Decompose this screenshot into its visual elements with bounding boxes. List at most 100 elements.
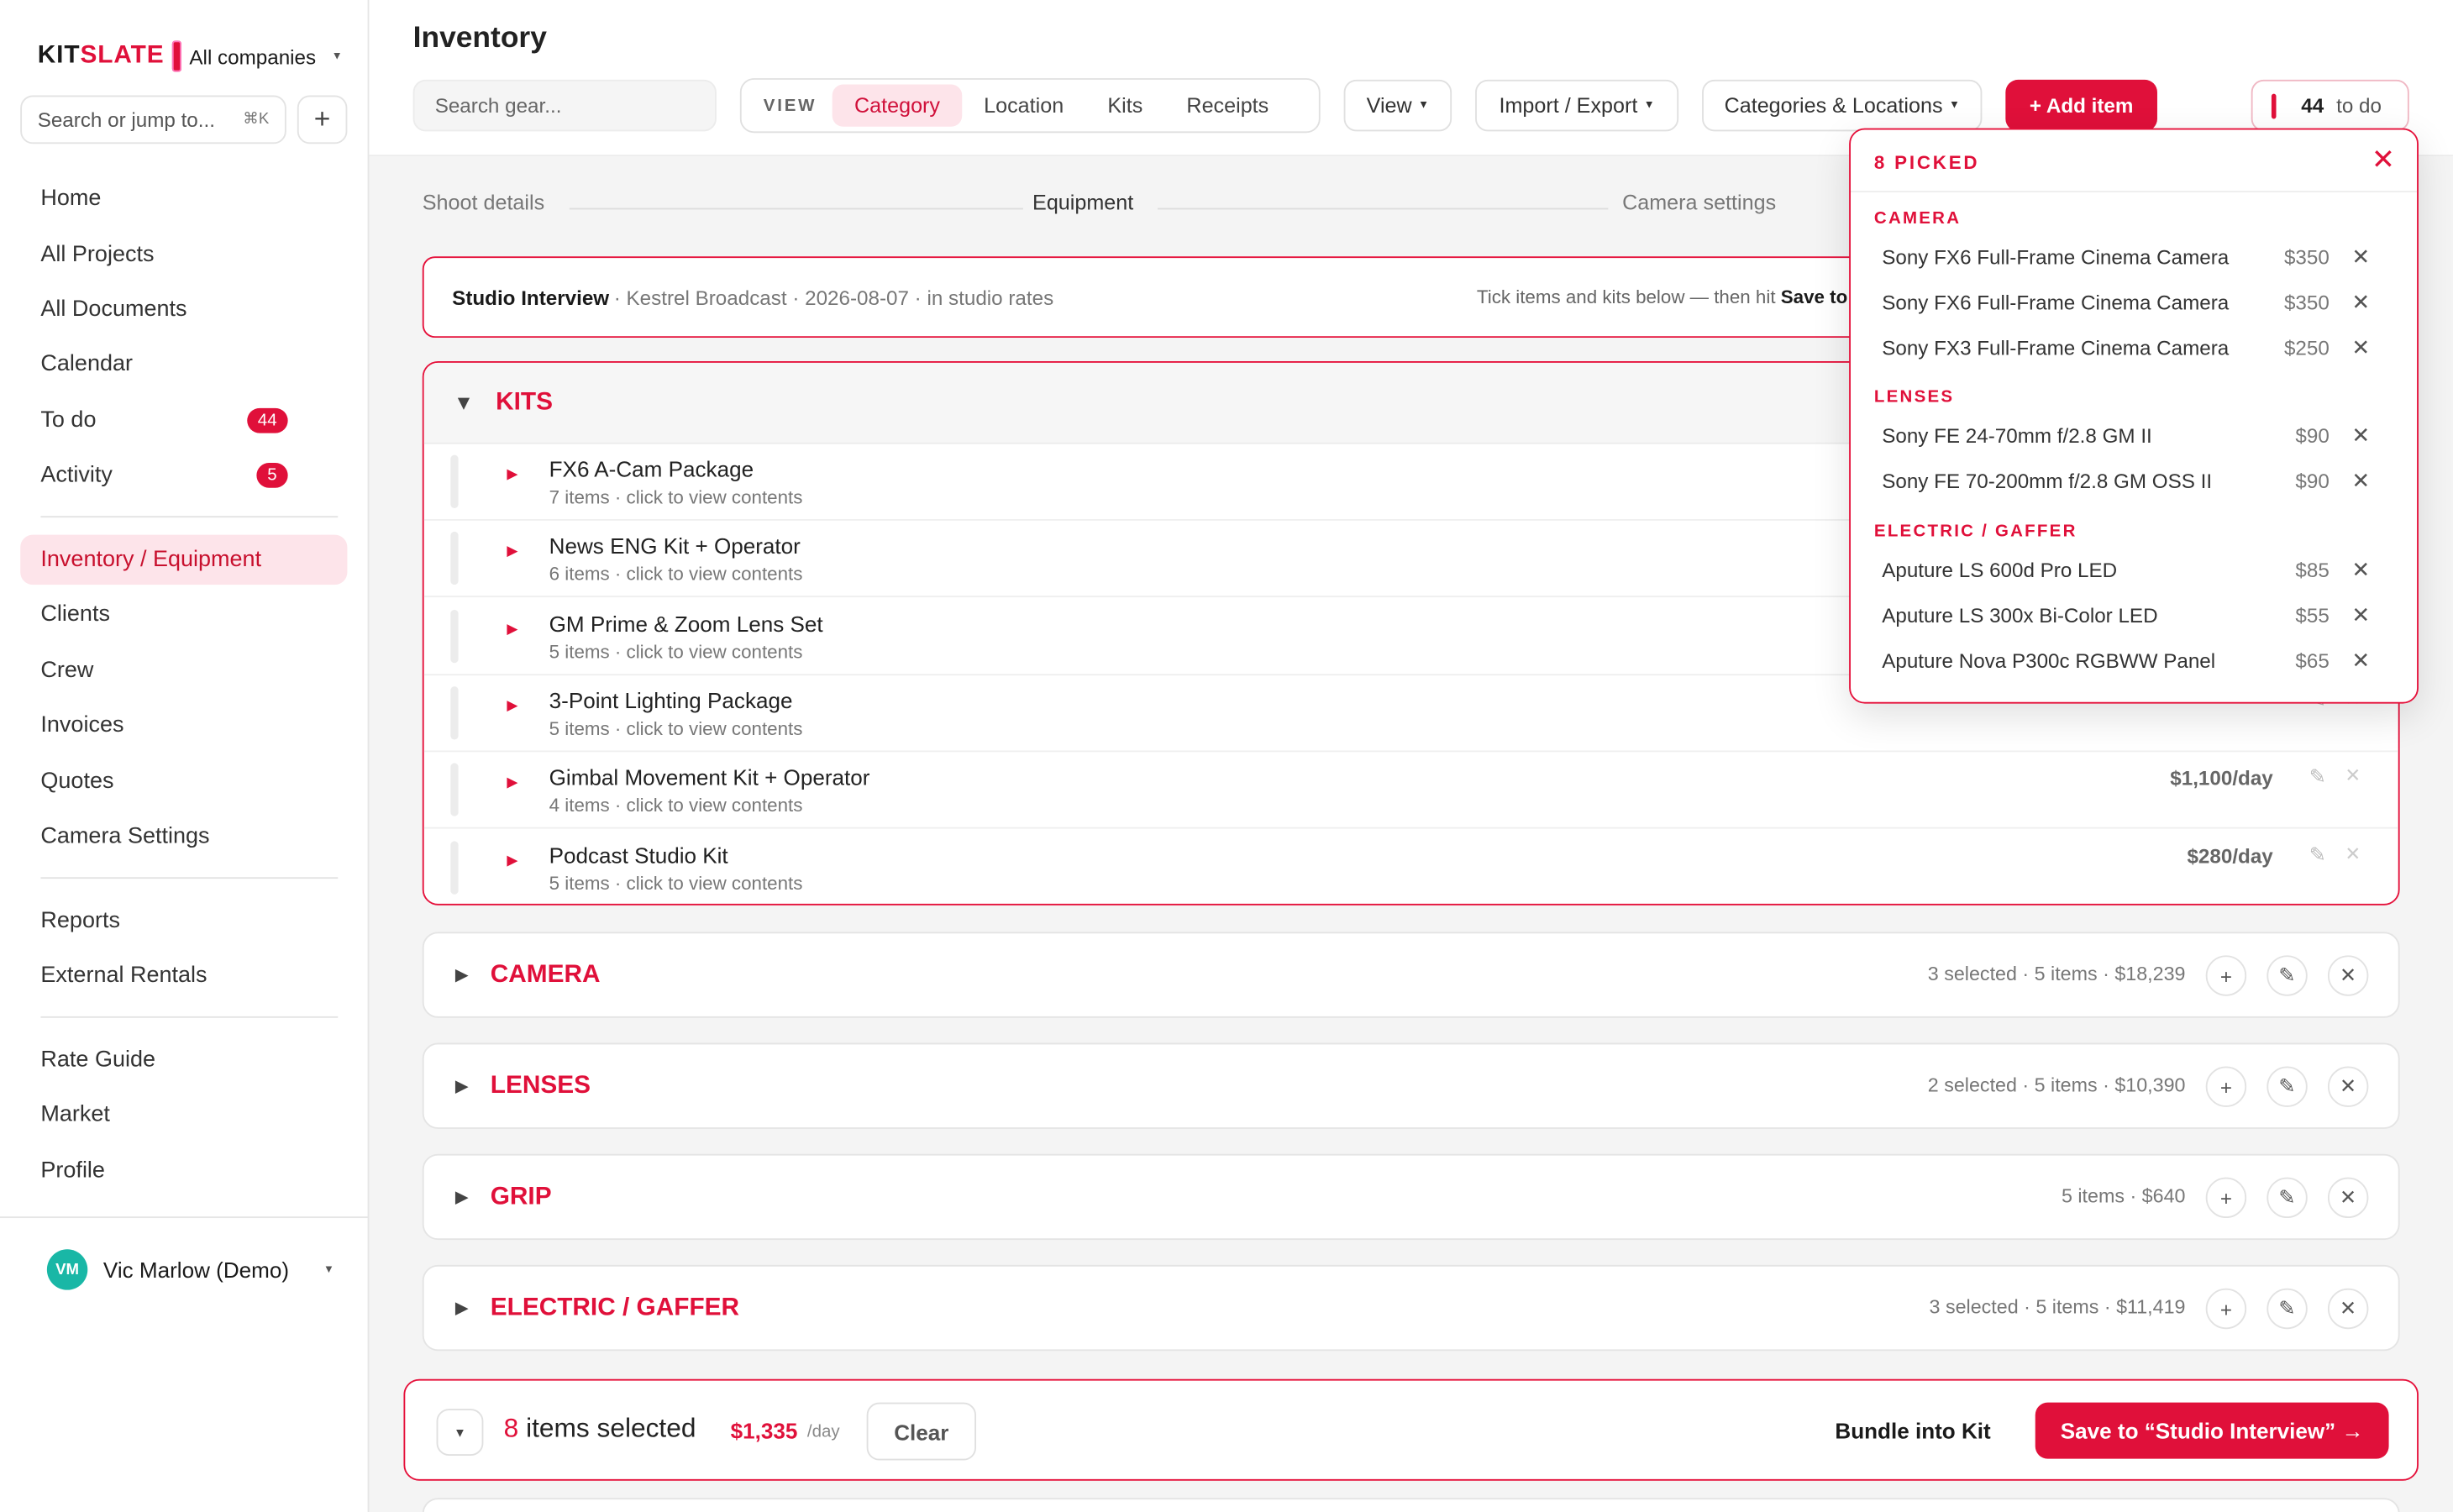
category-section-camera[interactable]: ▶ CAMERA 3 selected · 5 items · $18,239 + ✎ ✕ [422,932,2400,1018]
step-equipment[interactable]: Equipment [1032,191,1133,214]
remove-category-button[interactable]: ✕ [2327,955,2369,996]
caret-right-icon[interactable]: ▶ [507,852,517,869]
todo-counter-button[interactable]: 44 to do [2251,79,2409,132]
sidebar-item-quotes[interactable]: Quotes [20,757,347,807]
gear-search-input[interactable]: Search gear... [412,79,717,132]
edit-category-button[interactable]: ✎ [2267,1288,2308,1330]
caret-right-icon[interactable]: ▶ [455,964,469,984]
sidebar-search-input[interactable]: Search or jump to... ⌘K [20,95,286,144]
sidebar-item-activity[interactable]: Activity 5 [20,450,347,501]
tab-kits[interactable]: Kits [1085,85,1164,127]
sidebar-item-invoices[interactable]: Invoices [20,701,347,751]
drag-handle-icon[interactable] [450,763,459,816]
category-section-lenses[interactable]: ▶ LENSES 2 selected · 5 items · $10,390 + ✎ ✕ [422,1042,2400,1129]
sidebar-item-calendar[interactable]: Calendar [20,339,347,390]
sidebar-item-to-do[interactable]: To do 44 [20,396,347,446]
sidebar-item-camera-settings[interactable]: Camera Settings [20,811,347,862]
kit-row[interactable]: ▶ Gimbal Movement Kit + Operator 4 items ·… [423,753,2398,829]
bundle-into-kit-button[interactable]: Bundle into Kit [1835,1418,1990,1443]
view-dropdown-button[interactable]: View ▼ [1343,79,1452,132]
caret-right-icon[interactable]: ▶ [507,543,517,559]
caret-right-icon[interactable]: ▶ [455,1298,469,1318]
remove-icon[interactable]: ✕ [2351,289,2370,316]
remove-icon[interactable]: ✕ [2351,557,2370,584]
drag-handle-icon[interactable] [450,609,459,663]
remove-icon[interactable]: ✕ [2345,765,2361,787]
tab-receipts[interactable]: Receipts [1164,85,1290,127]
sidebar-item-inventory-equipment[interactable]: Inventory / Equipment [20,534,348,585]
remove-icon[interactable]: ✕ [2351,602,2370,629]
picked-items-popover: 8 PICKED ✕ CAMERA Sony FX6 Full-Frame Cin… [1849,128,2419,704]
picked-header: 8 PICKED ✕ [1850,129,2418,192]
picked-item: Sony FX3 Full-Frame Cinema Camera $250 ✕ [1882,334,2392,361]
selection-toggle-button[interactable]: ▼ [436,1409,484,1456]
add-to-category-button[interactable]: + [2205,1066,2247,1107]
edit-category-button[interactable]: ✎ [2267,1066,2308,1107]
sidebar-item-rate-guide[interactable]: Rate Guide [20,1035,347,1085]
sidebar-item-home[interactable]: Home [20,174,347,224]
remove-category-button[interactable]: ✕ [2327,1288,2369,1330]
step-camera-settings[interactable]: Camera settings [1622,191,1776,214]
drag-handle-icon[interactable] [450,532,459,585]
kit-price: $280/day [2187,843,2273,868]
caret-right-icon[interactable]: ▶ [507,697,517,714]
drag-handle-icon[interactable] [450,454,459,508]
caret-right-icon[interactable]: ▶ [455,1187,469,1207]
caret-right-icon[interactable]: ▶ [507,620,517,637]
remove-category-button[interactable]: ✕ [2327,1177,2369,1219]
clear-button[interactable]: Clear [866,1402,977,1461]
tab-category[interactable]: Category [832,84,963,127]
picked-item: Aputure Nova P300c RGBWW Panel $65 ✕ [1882,648,2392,675]
brand-logo[interactable]: KITSLATE All companies ▼ [38,40,343,72]
picked-item-price: $350 [2283,291,2330,315]
category-title: CAMERA [490,960,601,988]
sidebar-item-clients[interactable]: Clients [20,590,347,640]
caret-right-icon[interactable]: ▶ [455,1076,469,1096]
drag-handle-icon[interactable] [450,685,459,740]
kit-row[interactable]: ▶ Podcast Studio Kit 5 items · click to vi… [424,829,2398,903]
view-label: VIEW [763,96,817,115]
remove-icon[interactable]: ✕ [2351,423,2370,449]
sidebar-item-all-documents[interactable]: All Documents [20,285,347,335]
sidebar-item-profile[interactable]: Profile [20,1146,347,1196]
sidebar-item-market[interactable]: Market [20,1089,347,1140]
categories-locations-button[interactable]: Categories & Locations ▼ [1702,79,1983,132]
view-dropdown-label: View [1366,93,1412,118]
count-badge: 44 [246,407,288,433]
add-item-button[interactable]: + Add item [2005,79,2157,132]
sidebar-item-crew[interactable]: Crew [20,646,347,696]
caret-right-icon[interactable]: ▶ [507,774,517,791]
edit-category-button[interactable]: ✎ [2267,1177,2308,1219]
company-switcher[interactable]: All companies [189,45,316,68]
remove-icon[interactable]: ✕ [2351,244,2370,270]
remove-icon[interactable]: ✕ [2345,842,2361,864]
remove-icon[interactable]: ✕ [2351,468,2370,495]
add-to-category-button[interactable]: + [2205,955,2247,996]
add-to-category-button[interactable]: + [2205,1288,2247,1330]
sidebar-item-all-projects[interactable]: All Projects [20,230,347,281]
step-shoot-details[interactable]: Shoot details [423,191,544,214]
remove-icon[interactable]: ✕ [2351,334,2370,361]
user-menu[interactable]: VM Vic Marlow (Demo) ▼ [46,1249,334,1290]
category-section-grip[interactable]: ▶ GRIP 5 items · $640 + ✎ ✕ [422,1153,2400,1241]
tab-location[interactable]: Location [962,85,1085,127]
pencil-icon[interactable]: ✎ [2309,765,2326,790]
count-badge: 5 [256,462,288,488]
caret-right-icon[interactable]: ▶ [507,466,517,483]
sidebar-item-reports[interactable]: Reports [20,896,347,947]
quick-add-button[interactable]: + [297,95,348,144]
edit-category-button[interactable]: ✎ [2267,955,2308,996]
close-icon[interactable]: ✕ [2372,144,2395,176]
sidebar-item-external-rentals[interactable]: External Rentals [20,951,347,1001]
avatar: VM [46,1249,88,1290]
selection-total: $1,335 [730,1418,798,1444]
remove-category-button[interactable]: ✕ [2327,1066,2369,1107]
kit-name: GM Prime & Zoom Lens Set [549,611,823,636]
remove-icon[interactable]: ✕ [2351,648,2370,675]
save-to-shoot-button[interactable]: Save to “Studio Interview” → [2035,1402,2389,1459]
pencil-icon[interactable]: ✎ [2309,842,2326,867]
drag-handle-icon[interactable] [450,840,459,894]
import-export-button[interactable]: Import / Export ▼ [1475,79,1679,132]
category-section-electric-gaffer[interactable]: ▶ ELECTRIC / GAFFER 3 selected · 5 items ·… [422,1264,2400,1352]
add-to-category-button[interactable]: + [2205,1177,2247,1219]
